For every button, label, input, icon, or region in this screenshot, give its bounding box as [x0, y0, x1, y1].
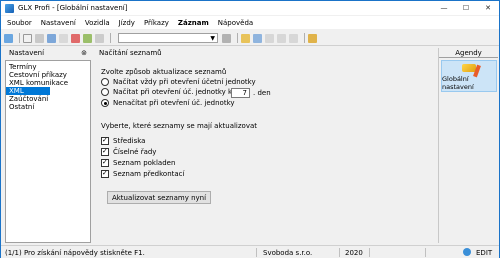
- menu-soubor[interactable]: Soubor: [7, 19, 32, 27]
- toolbar-separator: [237, 33, 238, 43]
- interval-unit-label: . den: [253, 89, 271, 97]
- settings-icon[interactable]: [308, 33, 317, 43]
- print-icon[interactable]: [95, 33, 104, 43]
- radio-no-load[interactable]: Nenačítat při otevření úč. jednotky: [101, 99, 235, 107]
- lists-title: Vyberte, které seznamy se mají aktualizo…: [101, 122, 258, 130]
- radio-label: Nenačítat při otevření úč. jednotky: [113, 99, 235, 107]
- open-agenda-icon[interactable]: [4, 33, 13, 43]
- agendas-panel: Agendy Globální nastavení: [438, 48, 498, 243]
- check-ciselne-rady[interactable]: Číselné řady: [101, 147, 157, 156]
- status-hint: (1/1) Pro získání nápovědy stiskněte F1.: [5, 249, 145, 257]
- edit-record-icon[interactable]: [35, 33, 44, 43]
- refresh-icon[interactable]: [83, 33, 92, 43]
- checkbox-label: Číselné řady: [113, 148, 157, 156]
- checkbox-label: Střediska: [113, 137, 146, 145]
- toolbar: ▼: [1, 31, 499, 46]
- check-strediska[interactable]: Střediska: [101, 136, 146, 145]
- menu-vozidla[interactable]: Vozidla: [85, 19, 110, 27]
- app-window: GLX Profi - [Globální nastavení] — ☐ ✕ S…: [0, 0, 500, 258]
- save-icon[interactable]: [47, 33, 56, 43]
- status-year: 2020: [345, 249, 363, 257]
- close-icon[interactable]: ✕: [477, 1, 499, 15]
- section-title: Načítání seznamů: [99, 49, 162, 57]
- interval-days-input[interactable]: 7: [231, 88, 250, 98]
- checkbox[interactable]: [101, 147, 109, 156]
- filter-select[interactable]: ▼: [118, 33, 218, 43]
- checkbox[interactable]: [101, 158, 109, 167]
- new-record-icon[interactable]: [23, 33, 32, 43]
- copy-icon[interactable]: [59, 33, 68, 43]
- settings-nav-title: Nastavení: [9, 49, 45, 57]
- toolbar-separator: [304, 33, 305, 43]
- nav-item-zauctovani[interactable]: Zaúčtování: [6, 95, 90, 103]
- nav-item-ostatni[interactable]: Ostatní: [6, 103, 90, 111]
- radio-label: Načítat vždy při otevření účetní jednotk…: [113, 78, 256, 86]
- folder-icon[interactable]: [241, 33, 250, 43]
- radio-button[interactable]: [101, 88, 109, 96]
- window-controls: — ☐ ✕: [433, 1, 499, 15]
- agenda-tile-label: Globální nastavení: [442, 75, 474, 91]
- title-bar: GLX Profi - [Globální nastavení] — ☐ ✕: [1, 1, 499, 15]
- radio-label: Načítat při otevření úč. jednotky každý: [113, 88, 249, 96]
- nav-item-xml-seznamy[interactable]: XML seznamy: [6, 87, 50, 103]
- status-separator: [256, 248, 257, 257]
- settings-nav-panel: Nastavení ⊚ Termíny Cestovní příkazy XML…: [5, 48, 91, 243]
- nav-item-cestovni-prikazy[interactable]: Cestovní příkazy: [6, 71, 90, 79]
- app-icon: [5, 3, 14, 13]
- settings-agenda-icon: [462, 64, 476, 72]
- toolbar-separator: [19, 33, 20, 43]
- menu-zaznam[interactable]: Záznam: [178, 19, 209, 27]
- filter-icon[interactable]: [222, 33, 231, 43]
- checkbox[interactable]: [101, 136, 109, 145]
- menu-nastaveni[interactable]: Nastavení: [41, 19, 76, 27]
- radio-button[interactable]: [101, 78, 109, 86]
- agendas-header: Agendy: [439, 48, 498, 58]
- settings-nav-list: Termíny Cestovní příkazy XML komunikace …: [5, 60, 91, 243]
- status-separator: [339, 248, 340, 257]
- menu-prikazy[interactable]: Příkazy: [144, 19, 169, 27]
- radio-load-always[interactable]: Načítat vždy při otevření účetní jednotk…: [101, 78, 256, 86]
- status-separator: [425, 248, 426, 257]
- nav-item-xml-komunikace[interactable]: XML komunikace: [6, 79, 90, 87]
- settings-nav-header: Nastavení ⊚: [5, 48, 91, 58]
- list-icon[interactable]: [265, 33, 274, 43]
- menu-jizdy[interactable]: Jízdy: [119, 19, 135, 27]
- status-indicator-icon: [463, 248, 471, 256]
- chevron-down-icon: ▼: [210, 35, 215, 42]
- update-mode-title: Zvolte způsob aktualizace seznamů: [101, 68, 227, 76]
- radio-button[interactable]: [101, 99, 109, 107]
- menu-napoveda[interactable]: Nápověda: [218, 19, 253, 27]
- radio-load-every[interactable]: Načítat při otevření úč. jednotky každý: [101, 88, 248, 96]
- settings-content: Načítání seznamů Zvolte způsob aktualiza…: [97, 48, 433, 243]
- view-icon[interactable]: [253, 33, 262, 43]
- toolbar-separator: [110, 33, 111, 43]
- maximize-icon[interactable]: ☐: [455, 1, 477, 15]
- checkbox-label: Seznam předkontací: [113, 170, 185, 178]
- status-bar: (1/1) Pro získání nápovědy stiskněte F1.…: [1, 245, 499, 258]
- delete-icon[interactable]: [71, 33, 80, 43]
- form-icon[interactable]: [277, 33, 286, 43]
- status-mode: EDIT: [476, 249, 493, 257]
- window-title: GLX Profi - [Globální nastavení]: [18, 4, 128, 12]
- menu-bar: Soubor Nastavení Vozidla Jízdy Příkazy Z…: [1, 16, 499, 29]
- checkbox[interactable]: [101, 169, 109, 178]
- minimize-icon[interactable]: —: [433, 1, 455, 15]
- check-seznam-pokladen[interactable]: Seznam pokladen: [101, 158, 176, 167]
- status-separator: [369, 248, 370, 257]
- table-icon[interactable]: [289, 33, 298, 43]
- checkbox-label: Seznam pokladen: [113, 159, 176, 167]
- agenda-tile-global-settings[interactable]: Globální nastavení: [441, 60, 497, 92]
- nav-item-terminy[interactable]: Termíny: [6, 63, 90, 71]
- check-seznam-predkontaci[interactable]: Seznam předkontací: [101, 169, 185, 178]
- pin-icon[interactable]: ⊚: [81, 49, 87, 57]
- update-lists-button[interactable]: Aktualizovat seznamy nyní: [107, 191, 211, 204]
- status-company: Svoboda s.r.o.: [263, 249, 313, 257]
